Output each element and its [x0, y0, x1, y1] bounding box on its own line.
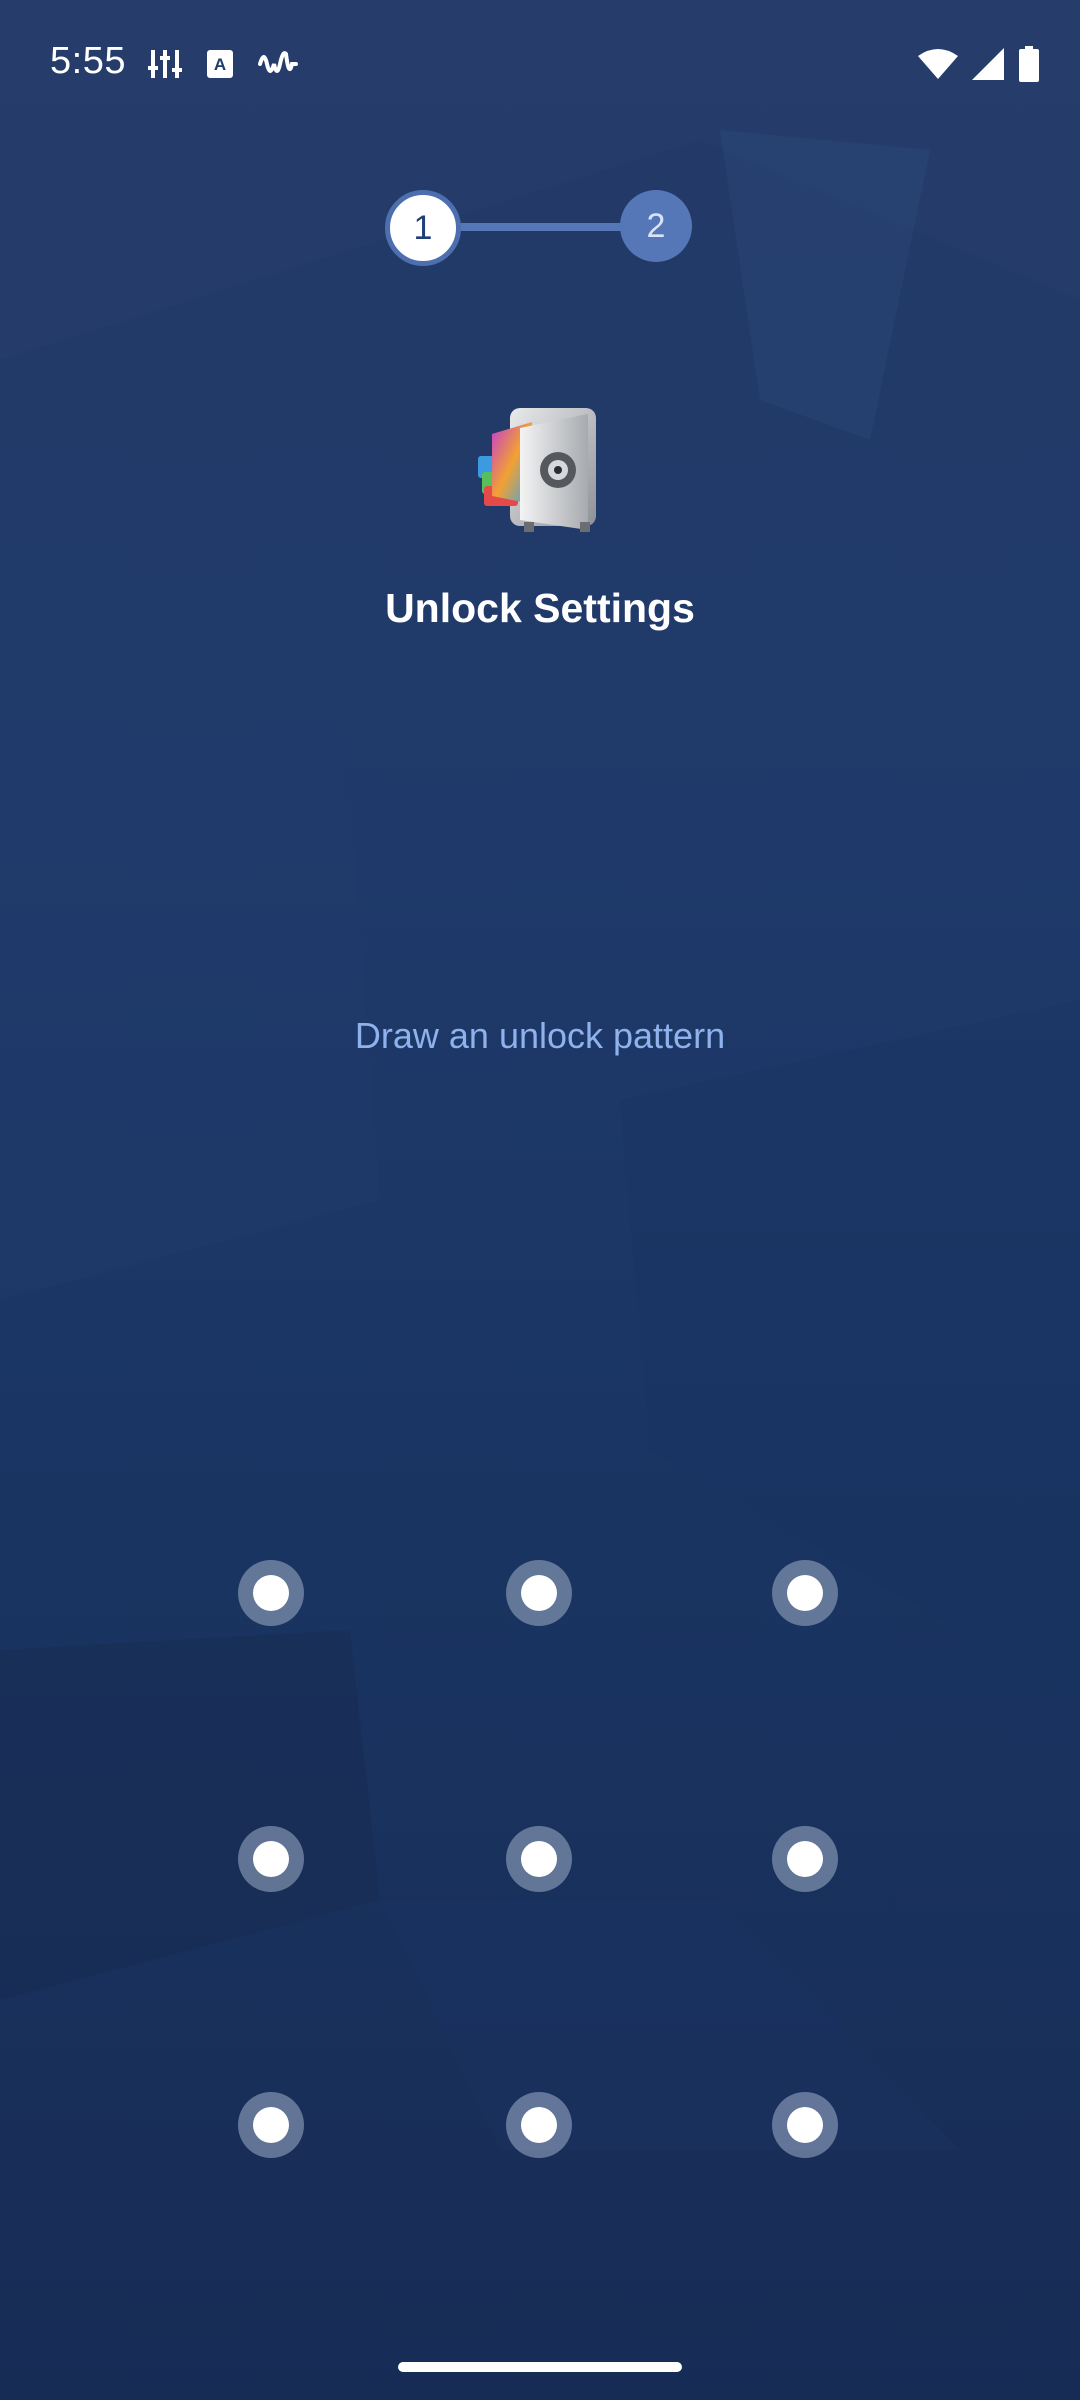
- status-right-icons: [918, 46, 1040, 87]
- pattern-dot-1[interactable]: [238, 1560, 304, 1626]
- status-bar: 5:55 A: [0, 0, 1080, 130]
- step-1: 1: [385, 190, 461, 266]
- svg-text:A: A: [214, 55, 226, 74]
- app-lock-safe-icon: [470, 400, 610, 540]
- step-indicator: 1 2: [385, 190, 695, 266]
- wifi-icon: [918, 48, 958, 85]
- status-time: 5:55: [50, 40, 126, 82]
- equalizer-icon: [148, 48, 182, 85]
- pattern-dot-5[interactable]: [506, 1826, 572, 1892]
- home-indicator[interactable]: [398, 2362, 682, 2372]
- pattern-dot-4[interactable]: [238, 1826, 304, 1892]
- pattern-dot-3[interactable]: [772, 1560, 838, 1626]
- pattern-lock-grid[interactable]: [238, 1560, 842, 2164]
- pattern-dot-9[interactable]: [772, 2092, 838, 2158]
- text-a-icon: A: [206, 49, 234, 84]
- step-2: 2: [620, 190, 692, 262]
- status-left-icons: A: [148, 48, 298, 85]
- pattern-dot-7[interactable]: [238, 2092, 304, 2158]
- battery-icon: [1018, 46, 1040, 87]
- pattern-hint: Draw an unlock pattern: [354, 1015, 726, 1056]
- signal-icon: [972, 48, 1004, 85]
- pattern-dot-6[interactable]: [772, 1826, 838, 1892]
- waveform-icon: [258, 48, 298, 85]
- step-connector: [445, 223, 635, 231]
- pattern-dot-8[interactable]: [506, 2092, 572, 2158]
- page-title: Unlock Settings: [385, 585, 695, 631]
- pattern-dot-2[interactable]: [506, 1560, 572, 1626]
